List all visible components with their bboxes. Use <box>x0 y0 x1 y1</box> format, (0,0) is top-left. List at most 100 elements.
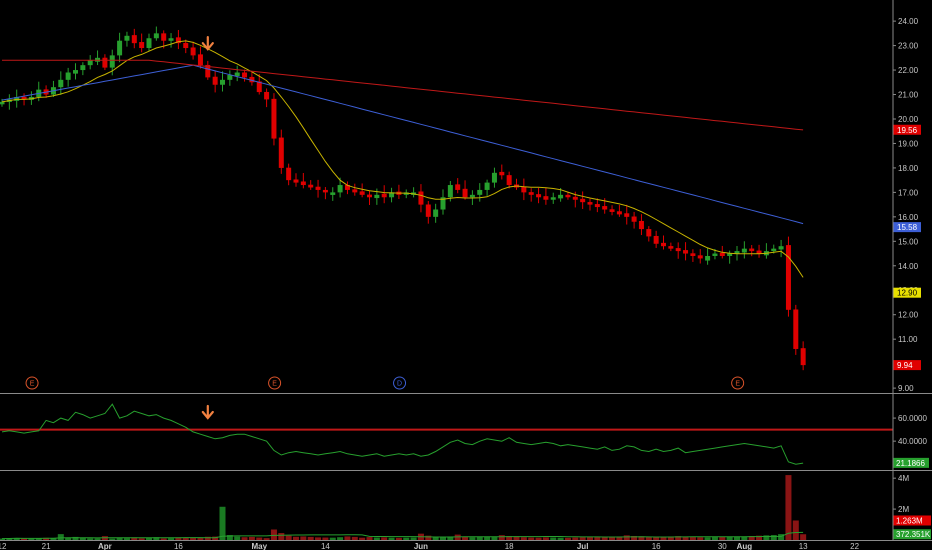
volume-bar <box>138 538 145 540</box>
y-tick-label: 20.00 <box>898 115 919 124</box>
volume-bar <box>395 537 402 540</box>
candle-body <box>315 186 321 190</box>
volume-bar <box>241 537 248 540</box>
volume-bar <box>381 537 388 540</box>
candle-body <box>631 216 637 222</box>
candle-body <box>785 245 791 310</box>
candle-body <box>322 189 328 193</box>
x-tick-label: 16 <box>652 542 661 550</box>
candle-body <box>580 198 586 203</box>
candle-body <box>558 194 564 199</box>
volume-bar <box>373 537 380 540</box>
volume-tag-label: 1.263M <box>896 516 923 525</box>
candle-body <box>609 209 615 212</box>
candle-body <box>264 91 270 100</box>
volume-bar <box>498 535 505 540</box>
x-tick-label: 30 <box>718 542 727 550</box>
candle-body <box>528 192 534 195</box>
event-marker-label: E <box>30 381 35 388</box>
x-tick-label: Apr <box>98 542 112 550</box>
x-tick-label: Jul <box>577 542 589 550</box>
x-tick-label: Jun <box>414 542 428 550</box>
volume-bar <box>601 537 608 540</box>
volume-bar <box>329 537 336 540</box>
volume-bar <box>263 538 270 540</box>
volume-bar <box>689 537 696 540</box>
candle-body <box>624 213 630 217</box>
volume-bar <box>219 506 226 540</box>
volume-bar <box>248 536 255 540</box>
candle-body <box>168 38 174 41</box>
candle-body <box>425 204 431 217</box>
event-marker-label: E <box>735 381 740 388</box>
candle-body <box>469 194 475 198</box>
candle-body <box>418 191 424 205</box>
volume-bar <box>315 537 322 540</box>
volume-bar <box>564 537 571 540</box>
candle-body <box>146 38 152 49</box>
candle-body <box>653 235 659 244</box>
candle-body <box>638 220 644 230</box>
candle-body <box>594 204 600 208</box>
candle-body <box>183 43 189 49</box>
price-panel: 24.00 23.00 22.00 21.00 20.00 19.00 18.00 17.00… <box>0 17 921 393</box>
candle-body <box>102 57 108 68</box>
volume-bar <box>550 537 557 540</box>
candle-body <box>300 181 306 186</box>
candle-body <box>220 79 225 85</box>
price-tag-label: 9.94 <box>897 361 913 370</box>
sma-mid-line <box>1 64 804 225</box>
volume-bar <box>403 537 410 540</box>
y-tick-label: 4M <box>898 474 909 483</box>
candle-body <box>433 209 439 217</box>
volume-bar <box>469 537 476 540</box>
volume-bar <box>770 535 777 540</box>
y-tick-label: 12.00 <box>898 311 919 320</box>
candle-body <box>455 184 461 190</box>
volume-panel: 4M 2M 1.263M 372.351K <box>0 474 931 540</box>
candle-body <box>330 192 336 195</box>
candle-body <box>197 54 203 66</box>
arrow-stroke <box>201 404 214 420</box>
volume-bar <box>234 536 241 540</box>
y-tick-label: 14.00 <box>898 262 919 271</box>
volume-bar <box>792 520 799 540</box>
x-tick-label: 16 <box>174 542 183 550</box>
indicator-tag-label: 21.1866 <box>896 459 925 468</box>
y-tick-label: 24.00 <box>898 17 919 26</box>
candle-body <box>278 137 284 168</box>
volume-bar <box>542 537 549 540</box>
y-tick-label: 22.00 <box>898 66 919 75</box>
volume-bar <box>425 535 432 540</box>
stock-chart: 24.00 23.00 22.00 21.00 20.00 19.00 18.00 17.00… <box>0 0 932 550</box>
volume-bar <box>168 538 175 540</box>
x-axis: 12 21 Apr 16 May 14 Jun 18 Jul 16 30 Aug 13 22 <box>0 542 860 550</box>
candle-body <box>741 248 747 253</box>
candle-body <box>668 246 674 249</box>
y-tick-label: 19.00 <box>898 139 919 148</box>
volume-bar <box>719 536 726 540</box>
candle-body <box>234 72 240 77</box>
candle-body <box>359 191 365 195</box>
candle-body <box>58 79 64 88</box>
volume-bar <box>711 537 718 540</box>
volume-bar <box>322 537 329 540</box>
volume-bar <box>704 537 711 540</box>
volume-bar <box>87 538 94 540</box>
candle-body <box>491 172 497 183</box>
chart-frame <box>0 0 932 541</box>
candle-body <box>572 196 578 200</box>
volume-bar <box>256 537 263 540</box>
y-tick-label: 9.00 <box>898 384 914 393</box>
y-tick-label: 15.00 <box>898 237 919 246</box>
candle-body <box>756 250 762 254</box>
event-marker-label: D <box>397 381 402 388</box>
volume-bar <box>307 536 314 540</box>
candle-body <box>690 253 696 256</box>
candle-body <box>381 193 387 198</box>
candle-body <box>506 175 512 186</box>
volume-bar <box>160 538 167 540</box>
down-arrow-icon <box>201 404 214 420</box>
candle-body <box>778 246 784 250</box>
volume-bar <box>123 538 130 540</box>
